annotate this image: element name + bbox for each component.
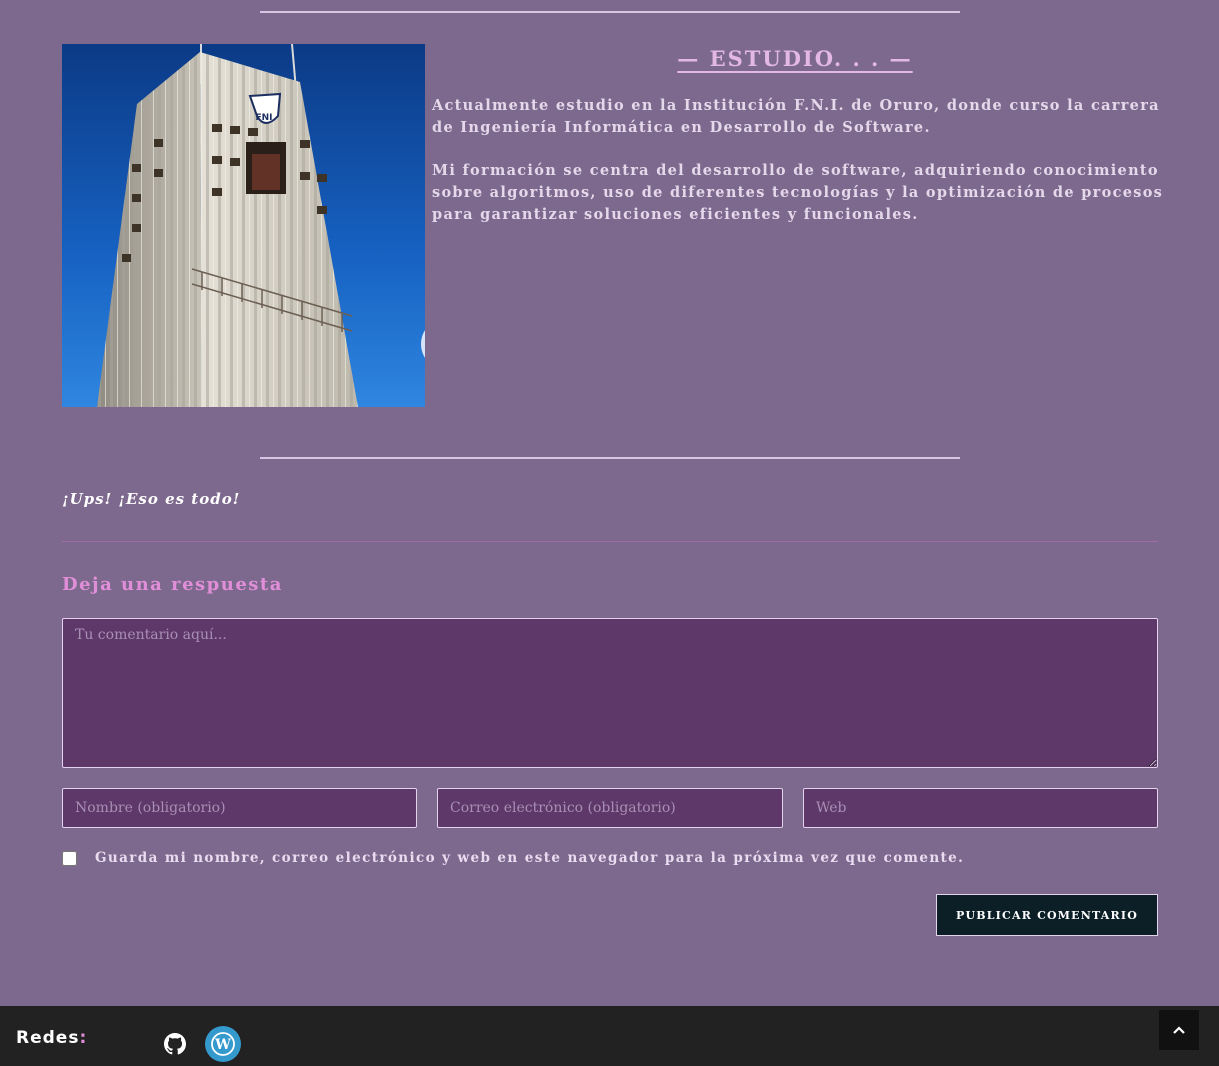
- top-divider: [260, 11, 960, 13]
- reply-title: Deja una respuesta: [62, 574, 283, 595]
- study-title: — ESTUDIO. . . —: [677, 46, 913, 71]
- github-link[interactable]: [157, 1026, 193, 1062]
- footer-label-text: Redes: [16, 1028, 80, 1048]
- end-note: ¡Ups! ¡Eso es todo!: [62, 490, 241, 508]
- chevron-up-icon: [1173, 1026, 1185, 1034]
- footer-label-colon: :: [79, 1028, 88, 1048]
- wordpress-link[interactable]: W: [205, 1026, 241, 1062]
- save-info-label: Guarda mi nombre, correo electrónico y w…: [95, 850, 965, 866]
- email-field[interactable]: [437, 788, 783, 828]
- fni-building-image: FNI: [62, 44, 425, 407]
- comment-textarea[interactable]: [62, 618, 1158, 768]
- study-paragraph: Mi formación se centra del desarrollo de…: [432, 162, 1164, 223]
- footer-social-label: Redes:: [16, 1028, 87, 1048]
- github-icon: [164, 1033, 186, 1055]
- comments-divider: [62, 541, 1158, 542]
- website-field[interactable]: [803, 788, 1158, 828]
- middle-divider: [260, 457, 960, 459]
- study-description: Actualmente estudio en la Institución F.…: [432, 95, 1172, 247]
- study-paragraph: Actualmente estudio en la Institución F.…: [432, 97, 1160, 136]
- svg-text:W: W: [214, 1037, 231, 1053]
- fni-logo-text: FNI: [255, 113, 272, 123]
- submit-comment-button[interactable]: PUBLICAR COMENTARIO: [936, 894, 1158, 936]
- scroll-to-top-button[interactable]: [1159, 1010, 1199, 1050]
- wordpress-icon: W: [211, 1032, 235, 1056]
- footer: Redes: W: [0, 1006, 1219, 1066]
- save-info-checkbox[interactable]: [62, 851, 77, 866]
- name-field[interactable]: [62, 788, 417, 828]
